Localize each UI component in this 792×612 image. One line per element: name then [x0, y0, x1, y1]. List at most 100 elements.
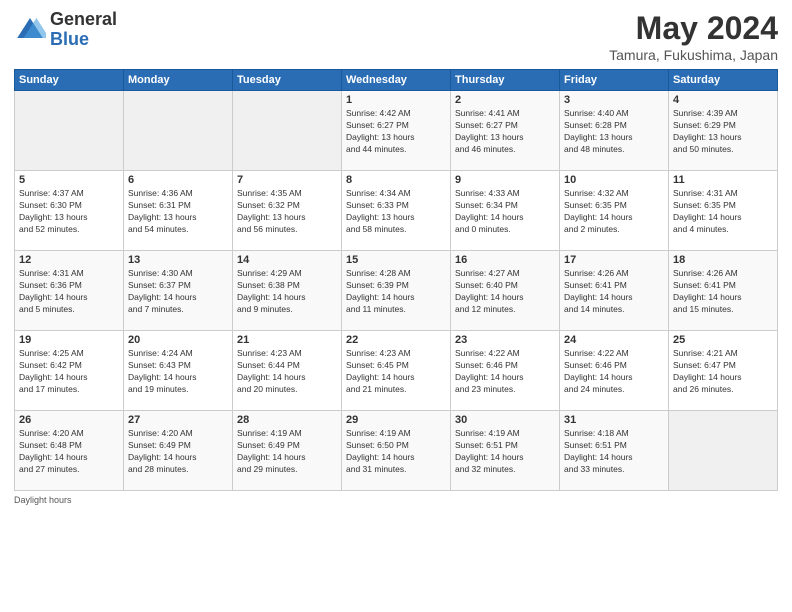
table-row: 24Sunrise: 4:22 AM Sunset: 6:46 PM Dayli… — [560, 331, 669, 411]
day-info: Sunrise: 4:19 AM Sunset: 6:51 PM Dayligh… — [455, 428, 555, 476]
day-info: Sunrise: 4:18 AM Sunset: 6:51 PM Dayligh… — [564, 428, 664, 476]
day-number: 3 — [564, 94, 664, 106]
day-number: 24 — [564, 334, 664, 346]
location: Tamura, Fukushima, Japan — [609, 47, 778, 63]
daylight-label: Daylight hours — [14, 495, 72, 505]
calendar-week-4: 19Sunrise: 4:25 AM Sunset: 6:42 PM Dayli… — [15, 331, 778, 411]
day-number: 16 — [455, 254, 555, 266]
day-info: Sunrise: 4:33 AM Sunset: 6:34 PM Dayligh… — [455, 188, 555, 236]
table-row: 15 Sunrise: 4:28 AM Sunset: 6:39 PM Dayli… — [342, 251, 451, 331]
table-row — [15, 91, 124, 171]
day-number: 23 — [455, 334, 555, 346]
day-info: Sunrise: 4:25 AM Sunset: 6:42 PM Dayligh… — [19, 348, 119, 396]
day-number: 31 — [564, 414, 664, 426]
day-info: Sunrise: 4:35 AM Sunset: 6:32 PM Dayligh… — [237, 188, 337, 236]
month-title: May 2024 — [609, 10, 778, 47]
calendar-week-2: 5 Sunrise: 4:37 AM Sunset: 6:30 PM Daylig… — [15, 171, 778, 251]
footer: Daylight hours — [14, 495, 778, 505]
calendar-week-1: 1Sunrise: 4:42 AM Sunset: 6:27 PM Daylig… — [15, 91, 778, 171]
day-number: 14 — [237, 254, 337, 266]
day-info: Sunrise: 4:22 AM Sunset: 6:46 PM Dayligh… — [455, 348, 555, 396]
logo-text: General Blue — [50, 10, 117, 50]
header: General Blue May 2024 Tamura, Fukushima,… — [14, 10, 778, 63]
day-number: 15 — [346, 254, 446, 266]
day-info: Sunrise: 4:37 AM Sunset: 6:30 PM Dayligh… — [19, 188, 119, 236]
table-row: 7 Sunrise: 4:35 AM Sunset: 6:32 PM Daylig… — [233, 171, 342, 251]
table-row: 21Sunrise: 4:23 AM Sunset: 6:44 PM Dayli… — [233, 331, 342, 411]
day-number: 9 — [455, 174, 555, 186]
title-block: May 2024 Tamura, Fukushima, Japan — [609, 10, 778, 63]
col-tuesday: Tuesday — [233, 70, 342, 91]
day-info: Sunrise: 4:19 AM Sunset: 6:49 PM Dayligh… — [237, 428, 337, 476]
table-row: 26 Sunrise: 4:20 AM Sunset: 6:48 PM Dayli… — [15, 411, 124, 491]
logo: General Blue — [14, 10, 117, 50]
day-number: 7 — [237, 174, 337, 186]
day-number: 13 — [128, 254, 228, 266]
col-saturday: Saturday — [669, 70, 778, 91]
day-info: Sunrise: 4:31 AM Sunset: 6:36 PM Dayligh… — [19, 268, 119, 316]
day-number: 21 — [237, 334, 337, 346]
day-number: 25 — [673, 334, 773, 346]
calendar-week-3: 12Sunrise: 4:31 AM Sunset: 6:36 PM Dayli… — [15, 251, 778, 331]
table-row: 17Sunrise: 4:26 AM Sunset: 6:41 PM Dayli… — [560, 251, 669, 331]
table-row — [124, 91, 233, 171]
day-info: Sunrise: 4:21 AM Sunset: 6:47 PM Dayligh… — [673, 348, 773, 396]
day-info: Sunrise: 4:42 AM Sunset: 6:27 PM Dayligh… — [346, 108, 446, 156]
table-row: 2Sunrise: 4:41 AM Sunset: 6:27 PM Daylig… — [451, 91, 560, 171]
table-row: 30 Sunrise: 4:19 AM Sunset: 6:51 PM Dayli… — [451, 411, 560, 491]
col-sunday: Sunday — [15, 70, 124, 91]
day-number: 26 — [19, 414, 119, 426]
day-info: Sunrise: 4:20 AM Sunset: 6:48 PM Dayligh… — [19, 428, 119, 476]
day-info: Sunrise: 4:23 AM Sunset: 6:45 PM Dayligh… — [346, 348, 446, 396]
header-row: Sunday Monday Tuesday Wednesday Thursday… — [15, 70, 778, 91]
day-info: Sunrise: 4:41 AM Sunset: 6:27 PM Dayligh… — [455, 108, 555, 156]
day-info: Sunrise: 4:28 AM Sunset: 6:39 PM Dayligh… — [346, 268, 446, 316]
table-row: 28 Sunrise: 4:19 AM Sunset: 6:49 PM Dayli… — [233, 411, 342, 491]
day-number: 28 — [237, 414, 337, 426]
day-info: Sunrise: 4:36 AM Sunset: 6:31 PM Dayligh… — [128, 188, 228, 236]
day-number: 29 — [346, 414, 446, 426]
day-info: Sunrise: 4:29 AM Sunset: 6:38 PM Dayligh… — [237, 268, 337, 316]
col-friday: Friday — [560, 70, 669, 91]
table-row: 6 Sunrise: 4:36 AM Sunset: 6:31 PM Daylig… — [124, 171, 233, 251]
logo-icon — [14, 14, 46, 46]
day-number: 17 — [564, 254, 664, 266]
day-number: 18 — [673, 254, 773, 266]
logo-blue: Blue — [50, 29, 89, 49]
day-info: Sunrise: 4:40 AM Sunset: 6:28 PM Dayligh… — [564, 108, 664, 156]
table-row: 27 Sunrise: 4:20 AM Sunset: 6:49 PM Dayli… — [124, 411, 233, 491]
table-row: 16 Sunrise: 4:27 AM Sunset: 6:40 PM Dayli… — [451, 251, 560, 331]
table-row: 20Sunrise: 4:24 AM Sunset: 6:43 PM Dayli… — [124, 331, 233, 411]
day-number: 27 — [128, 414, 228, 426]
calendar-header: Sunday Monday Tuesday Wednesday Thursday… — [15, 70, 778, 91]
table-row: 10 Sunrise: 4:32 AM Sunset: 6:35 PM Dayli… — [560, 171, 669, 251]
day-info: Sunrise: 4:32 AM Sunset: 6:35 PM Dayligh… — [564, 188, 664, 236]
col-monday: Monday — [124, 70, 233, 91]
table-row: 5 Sunrise: 4:37 AM Sunset: 6:30 PM Daylig… — [15, 171, 124, 251]
day-number: 22 — [346, 334, 446, 346]
table-row: 3 Sunrise: 4:40 AM Sunset: 6:28 PM Daylig… — [560, 91, 669, 171]
day-number: 20 — [128, 334, 228, 346]
day-number: 6 — [128, 174, 228, 186]
calendar-body: 1Sunrise: 4:42 AM Sunset: 6:27 PM Daylig… — [15, 91, 778, 491]
day-info: Sunrise: 4:19 AM Sunset: 6:50 PM Dayligh… — [346, 428, 446, 476]
day-info: Sunrise: 4:26 AM Sunset: 6:41 PM Dayligh… — [673, 268, 773, 316]
page: General Blue May 2024 Tamura, Fukushima,… — [0, 0, 792, 612]
table-row: 4Sunrise: 4:39 AM Sunset: 6:29 PM Daylig… — [669, 91, 778, 171]
day-number: 10 — [564, 174, 664, 186]
day-info: Sunrise: 4:20 AM Sunset: 6:49 PM Dayligh… — [128, 428, 228, 476]
col-thursday: Thursday — [451, 70, 560, 91]
day-number: 5 — [19, 174, 119, 186]
table-row — [669, 411, 778, 491]
day-number: 30 — [455, 414, 555, 426]
table-row: 19Sunrise: 4:25 AM Sunset: 6:42 PM Dayli… — [15, 331, 124, 411]
table-row: 29 Sunrise: 4:19 AM Sunset: 6:50 PM Dayli… — [342, 411, 451, 491]
table-row: 9 Sunrise: 4:33 AM Sunset: 6:34 PM Daylig… — [451, 171, 560, 251]
day-info: Sunrise: 4:27 AM Sunset: 6:40 PM Dayligh… — [455, 268, 555, 316]
table-row: 11Sunrise: 4:31 AM Sunset: 6:35 PM Dayli… — [669, 171, 778, 251]
calendar-week-5: 26 Sunrise: 4:20 AM Sunset: 6:48 PM Dayli… — [15, 411, 778, 491]
day-info: Sunrise: 4:30 AM Sunset: 6:37 PM Dayligh… — [128, 268, 228, 316]
table-row: 13 Sunrise: 4:30 AM Sunset: 6:37 PM Dayli… — [124, 251, 233, 331]
day-info: Sunrise: 4:34 AM Sunset: 6:33 PM Dayligh… — [346, 188, 446, 236]
table-row: 8Sunrise: 4:34 AM Sunset: 6:33 PM Daylig… — [342, 171, 451, 251]
